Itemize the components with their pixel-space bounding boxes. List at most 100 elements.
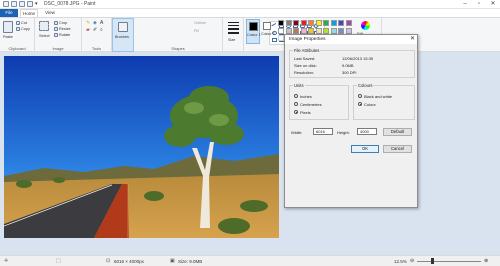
zoom-slider-track[interactable]	[417, 261, 481, 262]
units-legend: Units	[293, 83, 305, 88]
canvas-area[interactable]: Image Properties ✕ File Attributes Last …	[0, 34, 500, 255]
colour-picker-icon[interactable]: ✐	[93, 27, 97, 33]
text-icon[interactable]: A	[100, 20, 103, 26]
cut-icon[interactable]	[16, 21, 20, 25]
palette-swatch[interactable]	[338, 27, 344, 34]
palette-swatch[interactable]	[285, 20, 292, 26]
last-saved-label: Last Saved:	[294, 56, 316, 61]
colours-legend: Colours	[357, 83, 374, 88]
status-bar: ✛ ⬚ ⊡ 6016 × 4000px ▣ Size: 9.0MB 12.5% …	[0, 255, 500, 266]
cut-button[interactable]: Cut	[21, 21, 27, 25]
resize-icon[interactable]	[54, 27, 58, 31]
palette-swatch[interactable]	[345, 20, 352, 26]
palette-swatch[interactable]	[300, 27, 307, 34]
palette-swatch[interactable]	[315, 20, 322, 26]
crop-icon[interactable]	[54, 21, 58, 25]
file-attributes-legend: File Attributes	[293, 48, 321, 53]
palette-swatch[interactable]	[323, 20, 329, 26]
palette-swatch[interactable]	[345, 27, 352, 34]
fill-dropdown[interactable]: Fill	[194, 29, 199, 33]
palette-swatch[interactable]	[330, 27, 337, 34]
palette-swatch[interactable]	[308, 20, 314, 26]
palette-swatch[interactable]	[293, 27, 299, 34]
canvas-photo[interactable]	[4, 56, 279, 238]
palette-swatch[interactable]	[278, 27, 284, 34]
zoom-level: 12.5%	[394, 259, 407, 264]
brush-icon	[118, 22, 128, 32]
palette-swatch[interactable]	[293, 20, 299, 26]
rotate-button[interactable]: Rotate	[59, 33, 70, 37]
outline-dropdown[interactable]: Outline	[194, 21, 206, 25]
fill-bucket-icon[interactable]: ◈	[93, 20, 97, 26]
clipboard-group-label: Clipboard	[8, 46, 26, 51]
redo-icon[interactable]	[27, 1, 33, 7]
rotate-icon[interactable]	[54, 33, 58, 37]
palette-swatch[interactable]	[300, 20, 307, 26]
colour1-swatch	[249, 22, 258, 31]
maximize-button[interactable]: ▫	[472, 0, 486, 9]
paste-icon[interactable]	[3, 21, 13, 33]
cursor-position-icon: ✛	[4, 258, 9, 264]
colour2-button[interactable]: Colour 2	[261, 19, 275, 44]
shapes-group-label: Shapes	[171, 46, 185, 51]
brushes-label: Brushes	[115, 35, 129, 39]
black-and-white-radio[interactable]	[358, 94, 362, 98]
width-label: Width:	[291, 130, 303, 135]
size-line-thick	[228, 28, 239, 30]
inches-label: Inches	[300, 94, 312, 99]
close-window-button[interactable]: ✕	[486, 0, 500, 9]
pixels-radio[interactable]	[294, 110, 298, 114]
outback-road-photo	[4, 56, 279, 238]
zoom-slider-thumb[interactable]	[431, 258, 434, 264]
undo-icon[interactable]	[19, 1, 25, 7]
image-properties-dialog: Image Properties ✕ File Attributes Last …	[284, 34, 418, 208]
width-input[interactable]: 6016	[313, 128, 333, 135]
pencil-icon[interactable]: ✎	[86, 20, 90, 26]
size-on-disk-label: Size on disk:	[294, 63, 317, 68]
resize-button[interactable]: Resize	[59, 27, 71, 31]
palette-swatch[interactable]	[308, 27, 314, 34]
tab-file[interactable]: File	[0, 9, 18, 17]
palette-swatch[interactable]	[323, 27, 329, 34]
height-input[interactable]: 4000	[357, 128, 377, 135]
size-on-disk-value: 9.0MB	[342, 63, 354, 68]
tools-group: ✎ ◈ A ▰ ✐ ⌕ Tools	[82, 18, 112, 52]
select-icon[interactable]	[39, 21, 49, 31]
centimetres-radio[interactable]	[294, 102, 298, 106]
height-label: Height:	[337, 130, 350, 135]
default-button[interactable]: Default	[383, 128, 412, 136]
paste-button[interactable]: Paste	[3, 35, 13, 39]
copy-icon[interactable]	[16, 27, 20, 31]
zoom-out-button[interactable]: ⊖	[410, 258, 414, 264]
dialog-close-button[interactable]: ✕	[410, 35, 415, 44]
palette-swatch[interactable]	[285, 27, 292, 34]
image-group-label: Image	[52, 46, 64, 51]
size-button[interactable]: Size	[228, 38, 235, 42]
dialog-title: Image Properties	[285, 35, 417, 44]
zoom-in-button[interactable]: ⊕	[484, 258, 488, 264]
inches-radio[interactable]	[294, 94, 298, 98]
palette-swatch[interactable]	[330, 20, 337, 26]
copy-button[interactable]: Copy	[21, 27, 30, 31]
colour1-button[interactable]: Colour 1	[246, 19, 261, 44]
save-icon[interactable]	[11, 1, 17, 7]
crop-button[interactable]: Crop	[59, 21, 67, 25]
select-button[interactable]: Select	[39, 34, 50, 38]
brushes-button[interactable]: Brushes	[112, 18, 134, 52]
minimize-button[interactable]: –	[458, 0, 472, 9]
cancel-button[interactable]: Cancel	[383, 145, 412, 153]
tab-home[interactable]: Home	[20, 9, 38, 17]
palette-swatch[interactable]	[278, 20, 284, 26]
colour-label: Colour	[364, 102, 376, 107]
tab-view[interactable]: View	[42, 9, 58, 17]
colour-radio[interactable]	[358, 102, 362, 106]
image-dimensions: 6016 × 4000px	[114, 259, 144, 264]
palette-swatch[interactable]	[338, 20, 344, 26]
magnifier-icon[interactable]: ⌕	[100, 27, 103, 33]
colour2-swatch	[263, 22, 271, 30]
ok-button[interactable]: OK	[351, 145, 379, 153]
eraser-icon[interactable]: ▰	[86, 27, 90, 33]
selection-size-icon: ⬚	[56, 258, 61, 264]
quick-access-dropdown-icon[interactable]: ▾	[35, 1, 38, 7]
palette-swatch[interactable]	[315, 27, 322, 34]
